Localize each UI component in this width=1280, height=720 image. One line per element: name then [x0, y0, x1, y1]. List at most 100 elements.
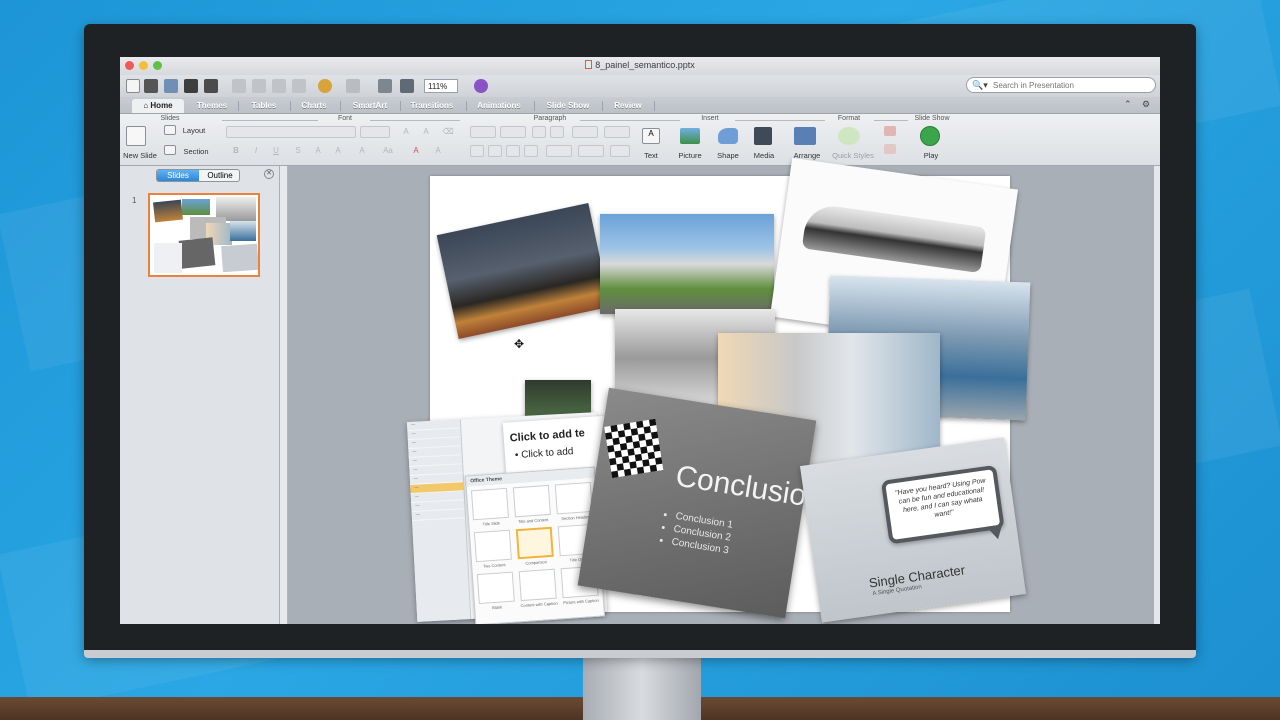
quick-styles-button[interactable]: Quick Styles: [828, 151, 878, 160]
tab-themes[interactable]: Themes: [190, 99, 234, 113]
tab-transitions[interactable]: Transitions: [404, 99, 460, 113]
zoom-field[interactable]: 111%: [424, 79, 458, 93]
shrink-font-icon[interactable]: A: [420, 127, 432, 137]
italic-icon[interactable]: I: [250, 146, 262, 156]
single-character-slide[interactable]: "Have you heard? Using Pow can be fun an…: [800, 437, 1026, 623]
insert-shape-button[interactable]: Shape: [712, 151, 744, 160]
align-right-button[interactable]: [506, 145, 520, 157]
slide-thumbnail-1[interactable]: [148, 193, 260, 277]
paste-icon[interactable]: [272, 79, 286, 93]
layout-thumb-blank[interactable]: [476, 571, 515, 605]
char-spacing-icon[interactable]: A: [356, 146, 368, 156]
text-box-icon[interactable]: A: [642, 128, 660, 144]
ribbon: Slides Font Paragraph Insert Format Slid…: [120, 114, 1160, 166]
subscript-icon[interactable]: A: [332, 146, 344, 156]
media-icon[interactable]: [754, 127, 772, 145]
screen: 8_painel_semantico.pptx 111% 🔍▾ ⌂ Home T…: [120, 57, 1160, 624]
new-slide-button[interactable]: New Slide: [120, 151, 160, 160]
pane-splitter[interactable]: [280, 166, 288, 624]
numbering-button[interactable]: [500, 126, 526, 138]
mini-menu: — — — — — — — — — — —: [406, 419, 472, 622]
clear-format-icon[interactable]: ⌫: [442, 127, 454, 137]
tab-review[interactable]: Review: [606, 99, 650, 113]
ribbon-options-icon[interactable]: ⚙: [1142, 99, 1150, 110]
copy-icon[interactable]: [252, 79, 266, 93]
save-icon[interactable]: [184, 79, 198, 93]
tab-outline[interactable]: Outline: [199, 170, 239, 181]
bold-icon[interactable]: B: [230, 146, 242, 156]
tab-smartart[interactable]: SmartArt: [344, 99, 396, 113]
insert-picture-button[interactable]: Picture: [673, 151, 707, 160]
new-icon[interactable]: [126, 79, 140, 93]
undo-icon[interactable]: [318, 79, 332, 93]
print-icon[interactable]: [204, 79, 218, 93]
tab-slides[interactable]: Slides: [157, 170, 199, 181]
change-case-icon[interactable]: Aa: [382, 146, 394, 156]
conclusion-title: Conclusion: [673, 459, 817, 516]
search-input[interactable]: [993, 80, 1148, 91]
tab-tables[interactable]: Tables: [242, 99, 286, 113]
underline-icon[interactable]: U: [270, 146, 282, 156]
layout-thumb-section-header[interactable]: [554, 481, 593, 515]
arrange-icon[interactable]: [794, 127, 816, 145]
new-slide-icon[interactable]: [126, 126, 146, 146]
shape-line-icon[interactable]: [884, 144, 896, 154]
cut-icon[interactable]: [232, 79, 246, 93]
insert-text-button[interactable]: Text: [636, 151, 666, 160]
align-text-button[interactable]: [578, 145, 604, 157]
monitor-chin: [84, 650, 1196, 658]
font-size-field[interactable]: [360, 126, 390, 138]
layout-thumb-two-content[interactable]: [473, 529, 512, 563]
play-icon[interactable]: [920, 126, 940, 146]
layout-thumb-title-content[interactable]: [512, 484, 551, 518]
insert-media-button[interactable]: Media: [748, 151, 780, 160]
shape-icon[interactable]: [718, 128, 738, 144]
section-icon: [164, 145, 176, 155]
search-field[interactable]: 🔍▾: [966, 77, 1156, 93]
close-pane-icon[interactable]: ✕: [264, 169, 274, 179]
gallery-icon[interactable]: [400, 79, 414, 93]
play-button[interactable]: Play: [916, 151, 946, 160]
tab-charts[interactable]: Charts: [294, 99, 334, 113]
font-name-field[interactable]: [226, 126, 356, 138]
quick-styles-icon[interactable]: [838, 127, 860, 145]
tab-slide-show[interactable]: Slide Show: [540, 99, 596, 113]
collapse-ribbon-icon[interactable]: ⌃: [1124, 99, 1132, 110]
superscript-icon[interactable]: A: [312, 146, 324, 156]
align-center-button[interactable]: [488, 145, 502, 157]
speech-bubble-tail: [986, 524, 1005, 541]
picture-icon[interactable]: [680, 128, 700, 144]
help-icon[interactable]: [474, 79, 488, 93]
pane-view-toggle: Slides Outline: [156, 169, 240, 182]
increase-indent-button[interactable]: [550, 126, 564, 138]
columns-button[interactable]: [546, 145, 572, 157]
section-button[interactable]: Section: [177, 147, 215, 156]
redo-icon[interactable]: [346, 79, 360, 93]
grow-font-icon[interactable]: A: [400, 127, 412, 137]
tab-home[interactable]: ⌂ Home: [132, 99, 184, 113]
shape-fill-icon[interactable]: [884, 126, 896, 136]
layout-thumb-content-caption[interactable]: [518, 568, 557, 602]
layout-thumb-comparison[interactable]: [515, 526, 554, 560]
open-icon[interactable]: [164, 79, 178, 93]
format-painter-icon[interactable]: [292, 79, 306, 93]
justify-button[interactable]: [524, 145, 538, 157]
font-color-icon[interactable]: A: [410, 146, 422, 156]
layout-button[interactable]: Layout: [176, 126, 212, 135]
smartart-convert-button[interactable]: [610, 145, 630, 157]
decrease-indent-button[interactable]: [532, 126, 546, 138]
vertical-scrollbar[interactable]: [1154, 166, 1160, 624]
group-label-paragraph: Paragraph: [533, 115, 567, 122]
photo-elevated-train[interactable]: [600, 214, 774, 314]
strikethrough-icon[interactable]: S: [292, 146, 304, 156]
tab-animations[interactable]: Animations: [470, 99, 528, 113]
text-direction-button[interactable]: [604, 126, 630, 138]
bullets-button[interactable]: [470, 126, 496, 138]
conclusion-slide[interactable]: Conclusion Conclusion 1 Conclusion 2 Con…: [577, 387, 817, 619]
layout-thumb-title-slide[interactable]: [470, 487, 509, 521]
line-spacing-button[interactable]: [572, 126, 598, 138]
templates-icon[interactable]: [144, 79, 158, 93]
align-left-button[interactable]: [470, 145, 484, 157]
slide-sorter-icon[interactable]: [378, 79, 392, 93]
text-effects-icon[interactable]: A: [432, 146, 444, 156]
